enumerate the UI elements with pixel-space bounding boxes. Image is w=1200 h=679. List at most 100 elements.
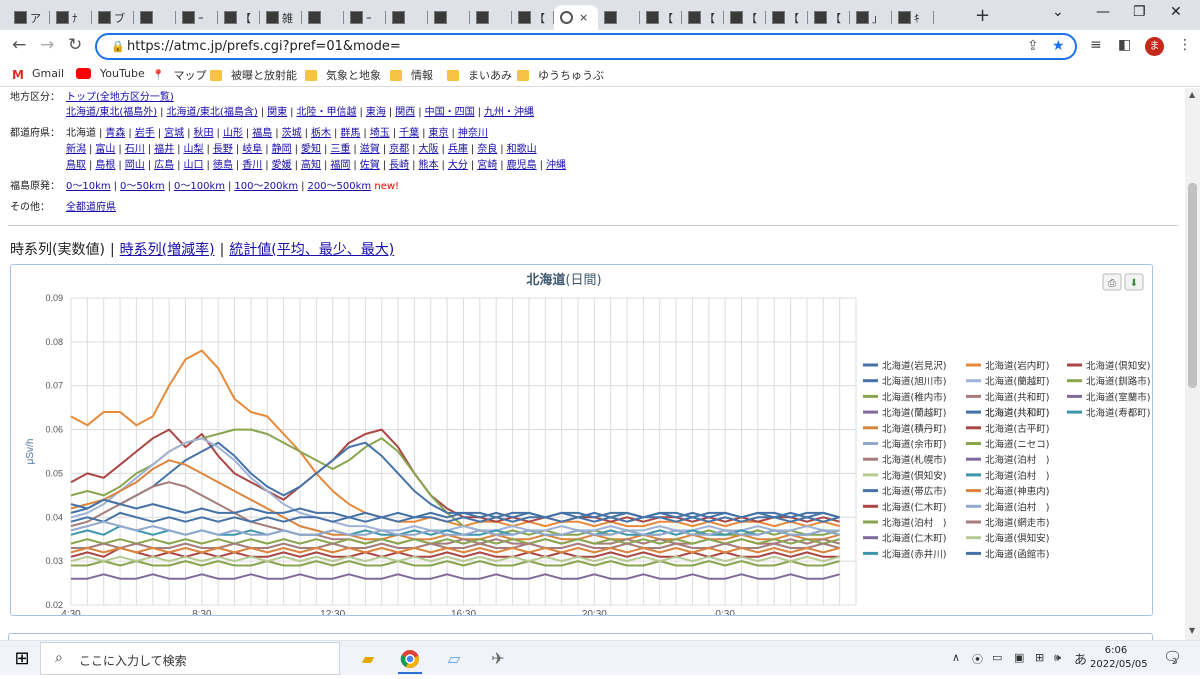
tab[interactable]: 【: [218, 5, 260, 30]
tab[interactable]: ブ: [92, 5, 134, 30]
tab[interactable]: ア: [8, 5, 50, 30]
prefecture-link[interactable]: 福岡: [330, 160, 350, 171]
close-window-button[interactable]: ✕: [1170, 4, 1182, 20]
view-link-stats[interactable]: 統計値(平均、最少、最大): [229, 242, 394, 258]
prefecture-link[interactable]: 長崎: [389, 160, 409, 171]
address-bar[interactable]: 🔒 https://atmc.jp/prefs.cgi?pref=01&mode…: [95, 33, 1077, 60]
prefecture-link[interactable]: 岡山: [125, 160, 145, 171]
fukushima-range-link[interactable]: 0～50km: [120, 181, 165, 192]
notification-icon[interactable]: 🗨 2: [1163, 648, 1182, 666]
tab[interactable]: ｰ: [344, 5, 386, 30]
url-text[interactable]: https://atmc.jp/prefs.cgi?pref=01&mode=: [127, 39, 401, 54]
fukushima-range-link[interactable]: 0～10km: [66, 181, 111, 192]
prefecture-link[interactable]: 山形: [223, 128, 243, 139]
forward-button[interactable]: →: [40, 35, 54, 55]
prefecture-link[interactable]: 福井: [154, 144, 174, 155]
region-link[interactable]: 九州・沖縄: [484, 107, 534, 118]
scroll-up-icon[interactable]: ▲: [1189, 90, 1195, 99]
fukushima-range-link[interactable]: 0～100km: [174, 181, 225, 192]
prefecture-link[interactable]: 兵庫: [448, 144, 468, 155]
region-link[interactable]: 北海道/東北(福島外): [66, 107, 157, 118]
prefecture-link[interactable]: 富山: [95, 144, 115, 155]
restore-window-button[interactable]: ❐: [1133, 4, 1146, 20]
close-tab-icon[interactable]: ×: [579, 11, 588, 24]
tab[interactable]: [386, 5, 428, 30]
tab[interactable]: [470, 5, 512, 30]
reload-button[interactable]: ↻: [68, 35, 82, 55]
prefecture-link[interactable]: 群馬: [340, 128, 360, 139]
bookmark-item[interactable]: 気象と地象: [305, 67, 381, 83]
prefecture-link[interactable]: 岩手: [135, 128, 155, 139]
prefecture-link[interactable]: 奈良: [477, 144, 497, 155]
prefecture-link[interactable]: 香川: [242, 160, 262, 171]
tab[interactable]: [302, 5, 344, 30]
prefecture-link[interactable]: 佐賀: [360, 160, 380, 171]
tab[interactable]: 【: [640, 5, 682, 30]
tab[interactable]: ｰ: [176, 5, 218, 30]
region-link[interactable]: 北陸・甲信越: [296, 107, 356, 118]
prefecture-link[interactable]: 神奈川: [458, 128, 488, 139]
prefecture-link[interactable]: 千葉: [399, 128, 419, 139]
bookmark-star-icon[interactable]: ★: [1052, 38, 1065, 54]
prefecture-link[interactable]: 京都: [389, 144, 409, 155]
reading-list-icon[interactable]: ≡: [1090, 37, 1102, 53]
prefecture-link[interactable]: 沖縄: [546, 160, 566, 171]
battery-icon[interactable]: ▭: [992, 651, 1002, 664]
region-link[interactable]: トップ(全地方区分一覧): [66, 92, 174, 103]
prefecture-link[interactable]: 宮城: [164, 128, 184, 139]
tab[interactable]: 【: [682, 5, 724, 30]
side-panel-icon[interactable]: ◧: [1118, 37, 1131, 53]
prefecture-link[interactable]: 三重: [330, 144, 350, 155]
prefecture-link[interactable]: 鹿児島: [507, 160, 537, 171]
prefecture-link[interactable]: 大分: [448, 160, 468, 171]
menu-icon[interactable]: ⋮: [1178, 37, 1192, 53]
prefecture-link[interactable]: 新潟: [66, 144, 86, 155]
prefecture-link[interactable]: 宮崎: [477, 160, 497, 171]
tab[interactable]: 【: [512, 5, 554, 30]
page-scrollbar[interactable]: ▲ ▼: [1185, 88, 1200, 640]
view-link-rate[interactable]: 時系列(増減率): [120, 242, 215, 258]
prefecture-link[interactable]: 秋田: [194, 128, 214, 139]
tab[interactable]: 雑: [260, 5, 302, 30]
profile-avatar[interactable]: ま: [1145, 37, 1164, 56]
tab[interactable]: 【: [724, 5, 766, 30]
prefecture-link[interactable]: 愛知: [301, 144, 321, 155]
start-button[interactable]: ⊞: [2, 643, 42, 674]
tab[interactable]: ｷ: [892, 5, 934, 30]
back-button[interactable]: ←: [12, 35, 26, 55]
tab[interactable]: [598, 5, 640, 30]
notepad-icon[interactable]: ▱: [434, 643, 474, 674]
minimize-window-button[interactable]: —: [1096, 4, 1110, 20]
bookmark-item[interactable]: 📍 マップ: [152, 67, 206, 83]
prefecture-link[interactable]: 栃木: [311, 128, 331, 139]
prefecture-link[interactable]: 愛媛: [272, 160, 292, 171]
bookmark-item[interactable]: YouTube: [76, 67, 145, 80]
tab[interactable]: ﾅ: [50, 5, 92, 30]
tab-active[interactable]: ×: [554, 5, 598, 30]
prefecture-link[interactable]: 島根: [95, 160, 115, 171]
scrollbar-thumb[interactable]: [1188, 183, 1197, 388]
prefecture-link[interactable]: 静岡: [272, 144, 292, 155]
prefecture-link[interactable]: 高知: [301, 160, 321, 171]
scroll-down-icon[interactable]: ▼: [1189, 626, 1195, 635]
tray-icon[interactable]: ⊞: [1035, 651, 1044, 664]
region-link[interactable]: 中国・四国: [425, 107, 475, 118]
prefecture-link[interactable]: 山梨: [184, 144, 204, 155]
prefecture-link[interactable]: 長野: [213, 144, 233, 155]
region-link[interactable]: 北海道/東北(福島含): [167, 107, 258, 118]
file-explorer-icon[interactable]: ▰: [348, 643, 388, 674]
prefecture-link[interactable]: 石川: [125, 144, 145, 155]
bookmark-item[interactable]: ゆうちゅうぶ: [517, 67, 604, 83]
region-link[interactable]: 関西: [395, 107, 415, 118]
bookmark-item[interactable]: まいあみ: [447, 67, 512, 83]
prefecture-link[interactable]: 埼玉: [370, 128, 390, 139]
prefecture-link[interactable]: 東京: [429, 128, 449, 139]
tab[interactable]: 【: [808, 5, 850, 30]
region-link[interactable]: 関東: [267, 107, 287, 118]
share-icon[interactable]: ⇪: [1027, 38, 1039, 54]
prefecture-link[interactable]: 広島: [154, 160, 174, 171]
prefecture-link[interactable]: 徳島: [213, 160, 233, 171]
tab[interactable]: [428, 5, 470, 30]
minimize-button[interactable]: ⌄: [1052, 4, 1064, 20]
prefecture-link[interactable]: 和歌山: [507, 144, 537, 155]
